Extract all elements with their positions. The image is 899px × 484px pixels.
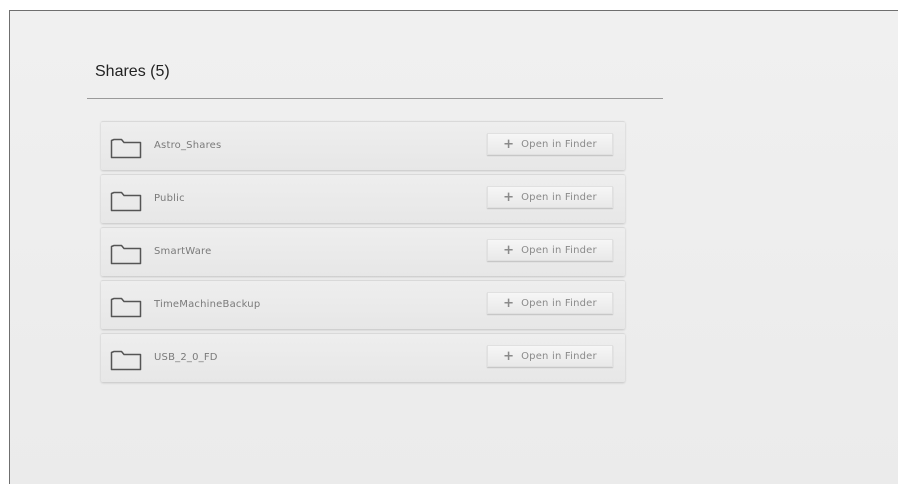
folder-icon [110, 138, 142, 159]
share-name: SmartWare [154, 246, 212, 257]
page-title: Shares (5) [95, 63, 170, 80]
share-list: Astro_Shares + Open in Finder Public + O… [101, 121, 625, 386]
share-row: Public + Open in Finder [101, 174, 625, 223]
open-in-finder-label: Open in Finder [521, 350, 597, 362]
plus-icon: + [503, 242, 515, 258]
share-row: SmartWare + Open in Finder [101, 227, 625, 276]
folder-icon [110, 350, 142, 371]
plus-icon: + [503, 136, 515, 152]
share-row: USB_2_0_FD + Open in Finder [101, 333, 625, 382]
share-name: Public [154, 193, 185, 204]
folder-icon [110, 244, 142, 265]
open-in-finder-button[interactable]: + Open in Finder [487, 345, 613, 367]
folder-icon [110, 191, 142, 212]
share-name: USB_2_0_FD [154, 352, 218, 363]
open-in-finder-button[interactable]: + Open in Finder [487, 186, 613, 208]
shares-panel: Shares (5) Astro_Shares + Open in Finder… [9, 10, 898, 484]
plus-icon: + [503, 295, 515, 311]
open-in-finder-button[interactable]: + Open in Finder [487, 239, 613, 261]
open-in-finder-label: Open in Finder [521, 297, 597, 309]
open-in-finder-label: Open in Finder [521, 191, 597, 203]
title-divider [87, 98, 663, 99]
share-row: Astro_Shares + Open in Finder [101, 121, 625, 170]
open-in-finder-label: Open in Finder [521, 244, 597, 256]
share-name: Astro_Shares [154, 140, 222, 151]
plus-icon: + [503, 189, 515, 205]
open-in-finder-button[interactable]: + Open in Finder [487, 292, 613, 314]
plus-icon: + [503, 348, 515, 364]
open-in-finder-button[interactable]: + Open in Finder [487, 133, 613, 155]
share-name: TimeMachineBackup [154, 299, 261, 310]
folder-icon [110, 297, 142, 318]
open-in-finder-label: Open in Finder [521, 138, 597, 150]
share-row: TimeMachineBackup + Open in Finder [101, 280, 625, 329]
